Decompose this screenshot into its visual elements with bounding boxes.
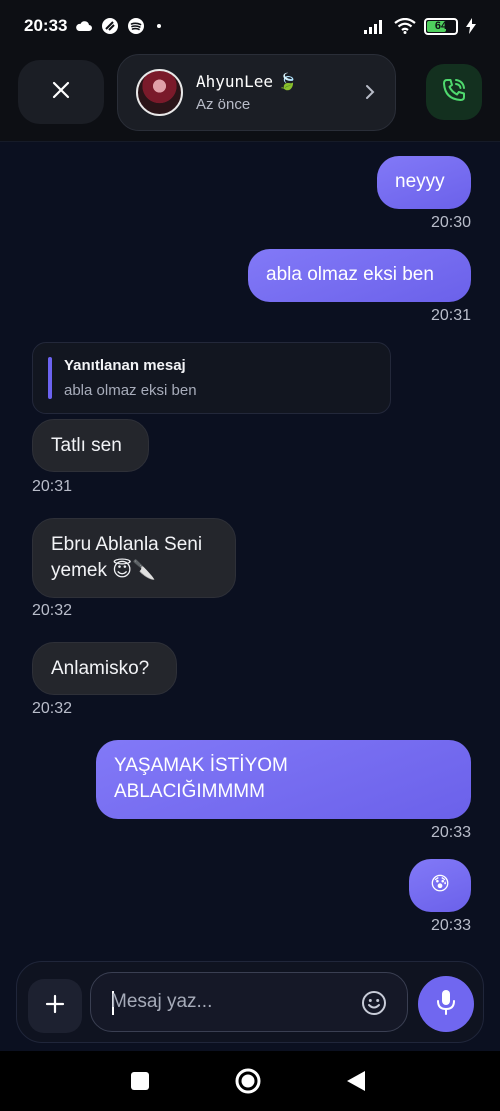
message-time: 20:32 [32, 602, 73, 619]
home-icon[interactable] [234, 1067, 262, 1095]
reply-quote[interactable]: Yanıtlanan mesaj abla olmaz eksi ben [32, 342, 391, 414]
mic-icon [434, 988, 458, 1021]
message-input[interactable] [111, 973, 351, 1031]
message-bubble-outgoing[interactable]: abla olmaz eksi ben [248, 249, 471, 302]
attach-button[interactable] [28, 979, 82, 1033]
call-button[interactable] [426, 64, 482, 120]
contact-card[interactable]: AhyunLee 🍃 Az önce [117, 54, 396, 131]
battery-icon: 64 [424, 17, 458, 35]
status-time: 20:33 [24, 16, 68, 35]
avatar [136, 69, 183, 116]
message-time: 20:33 [430, 917, 471, 934]
contact-status: Az önce [196, 96, 251, 113]
message-bubble-incoming[interactable]: Ebru Ablanla Seni yemek 😇🔪 [32, 518, 236, 598]
swirl-icon [101, 17, 119, 35]
message-time: 20:30 [430, 214, 471, 231]
reply-accent-bar [48, 357, 52, 399]
mic-button[interactable] [418, 976, 474, 1032]
spotify-icon [127, 17, 145, 35]
chat-header: AhyunLee 🍃 Az önce [0, 52, 500, 142]
wifi-icon [394, 18, 416, 34]
message-composer [16, 961, 484, 1043]
emoji-icon[interactable] [361, 990, 387, 1021]
back-icon[interactable] [345, 1070, 367, 1092]
message-time: 20:31 [32, 478, 73, 495]
message-time: 20:33 [430, 824, 471, 841]
message-bubble-incoming[interactable]: Anlamisko? [32, 642, 177, 695]
message-input-wrap [90, 972, 408, 1032]
leaf-emoji: 🍃 [277, 74, 298, 91]
reply-text: abla olmaz eksi ben [64, 382, 197, 399]
recents-icon[interactable] [130, 1071, 150, 1091]
plus-icon [45, 994, 65, 1019]
signal-icon [364, 18, 386, 34]
message-bubble-outgoing[interactable]: neyyy [377, 156, 471, 209]
system-nav-bar [0, 1051, 500, 1111]
cloud-icon [75, 20, 93, 32]
status-bar: 20:33 64 [0, 0, 500, 52]
message-time: 20:32 [32, 700, 73, 717]
close-icon [51, 80, 71, 105]
contact-name: AhyunLee [196, 72, 274, 91]
message-bubble-incoming[interactable]: Tatlı sen [32, 419, 149, 472]
chevron-right-icon [365, 83, 375, 106]
dot-icon [153, 20, 165, 32]
close-button[interactable] [18, 60, 104, 124]
message-bubble-outgoing[interactable]: YAŞAMAK İSTİYOM ABLACIĞIMMMM [96, 740, 471, 819]
message-list[interactable]: neyyy 20:30 abla olmaz eksi ben 20:31 Ya… [0, 143, 500, 957]
charging-icon [466, 18, 476, 34]
reply-title: Yanıtlanan mesaj [64, 357, 186, 374]
phone-icon [441, 77, 467, 108]
message-bubble-outgoing[interactable]: 😰 [409, 859, 471, 912]
battery-level: 64 [434, 20, 448, 32]
message-time: 20:31 [430, 307, 471, 324]
